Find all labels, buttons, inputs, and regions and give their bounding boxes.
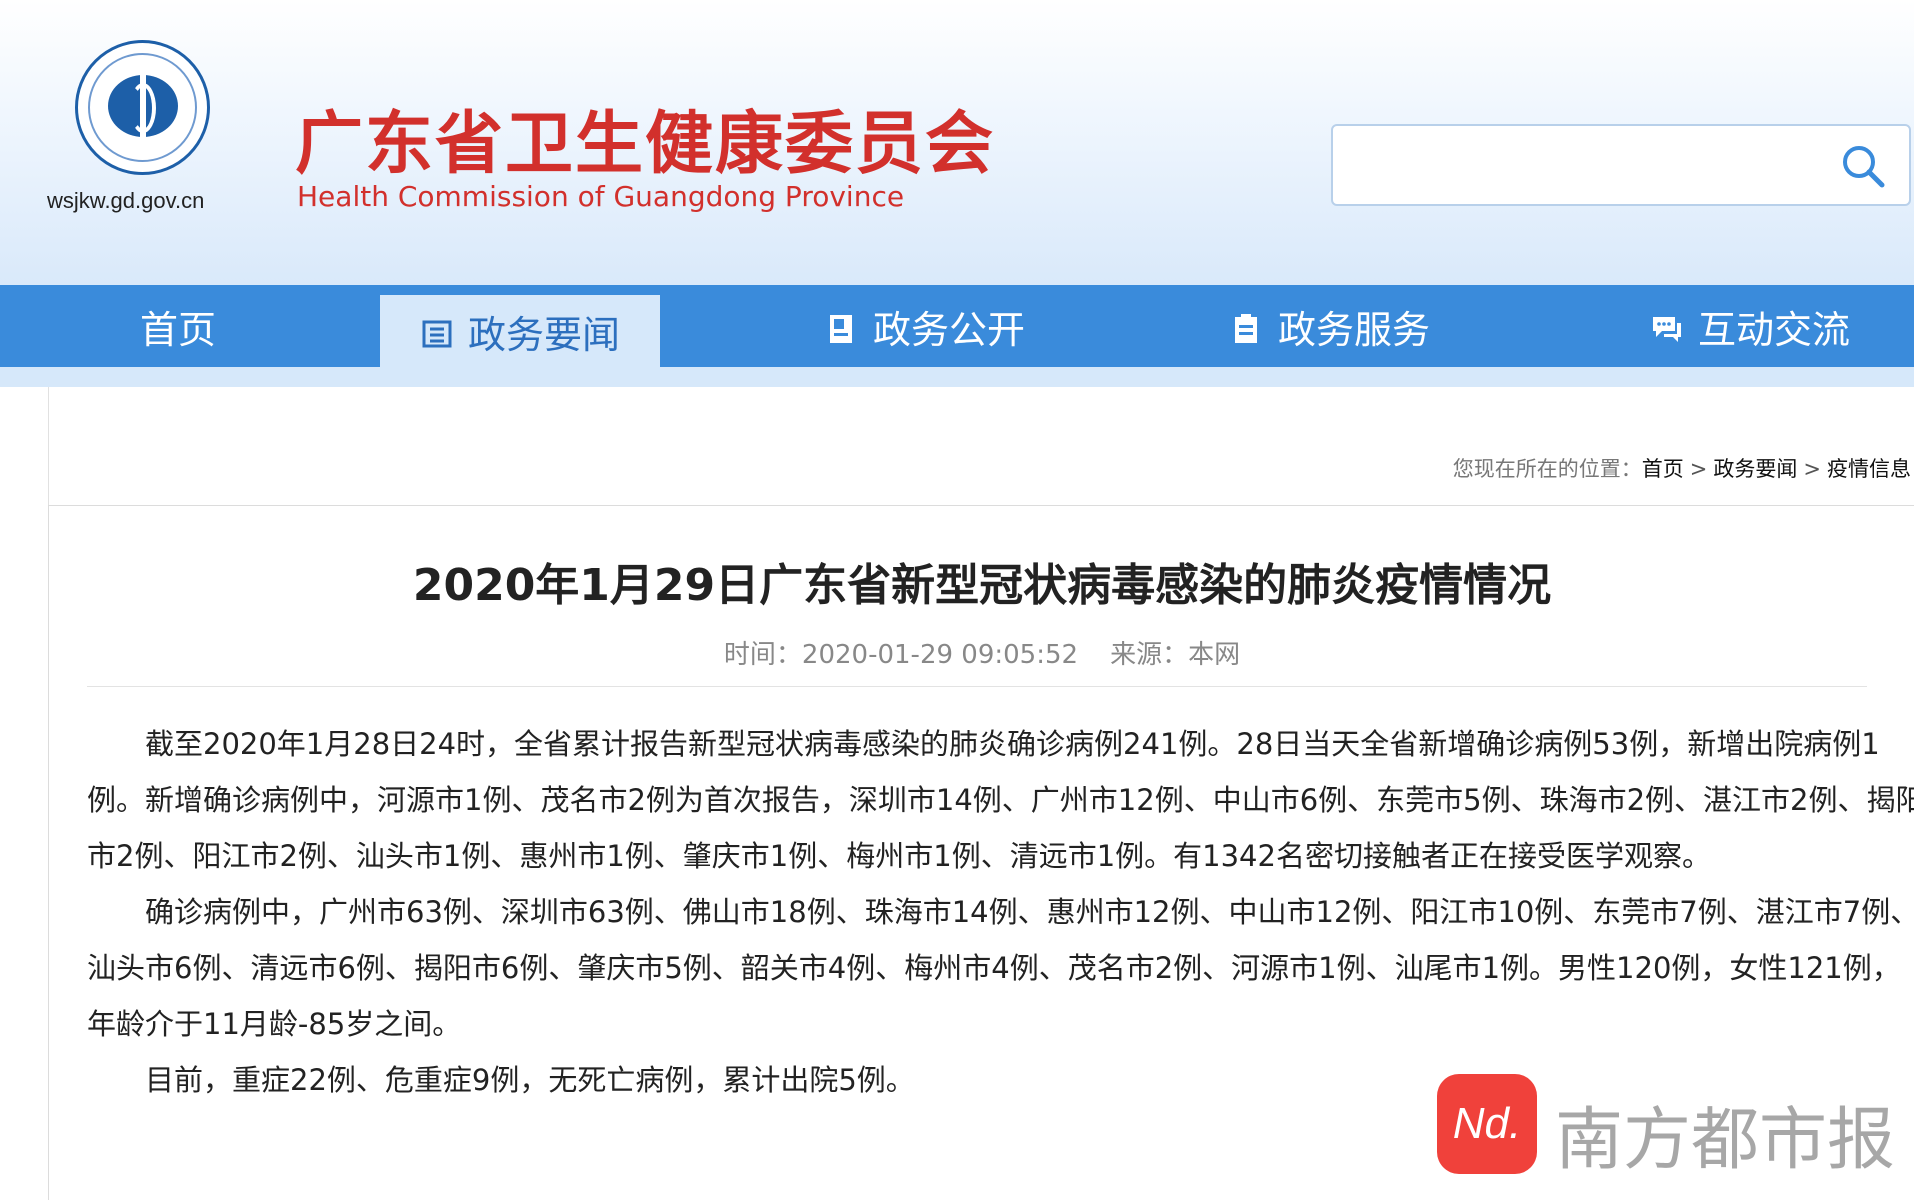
article-body: 截至2020年1月28日24时，全省累计报告新型冠状病毒感染的肺炎确诊病例241… bbox=[87, 716, 1914, 1108]
search-input[interactable] bbox=[1331, 124, 1911, 206]
nav-item-label: 政务要闻 bbox=[467, 312, 620, 357]
site-subtitle: Health Commission of Guangdong Province bbox=[297, 180, 905, 213]
nav-item-home[interactable]: 首页 bbox=[60, 285, 296, 367]
breadcrumb-link-epidemic[interactable]: 疫情信息 bbox=[1827, 457, 1911, 481]
search-icon[interactable] bbox=[1839, 142, 1887, 190]
nav-underbar bbox=[0, 367, 1914, 387]
document-icon bbox=[825, 310, 859, 343]
article-meta: 时间：2020-01-29 09:05:52 来源：本网 bbox=[49, 634, 1914, 671]
breadcrumb-link-home[interactable]: 首页 bbox=[1642, 457, 1684, 481]
article-time: 时间：2020-01-29 09:05:52 bbox=[723, 640, 1079, 670]
site-title[interactable]: 广东省卫生健康委员会 bbox=[295, 88, 995, 187]
nav-item-label: 互动交流 bbox=[1697, 307, 1850, 352]
divider bbox=[87, 686, 1867, 687]
breadcrumb-separator: > bbox=[1803, 457, 1821, 481]
main-nav: 首页 政务要闻 政务公开 政务服务 互动交流 bbox=[0, 285, 1914, 367]
nav-item-services[interactable]: 政务服务 bbox=[1210, 285, 1450, 367]
watermark-text: 南方都市报 bbox=[1555, 1101, 1896, 1180]
breadcrumb-separator: > bbox=[1689, 457, 1708, 481]
nav-item-label: 首页 bbox=[139, 307, 216, 352]
nav-item-public[interactable]: 政务公开 bbox=[805, 285, 1045, 367]
breadcrumb-prefix: 您现在所在的位置： bbox=[1452, 457, 1642, 481]
site-header: wsjkw.gd.gov.cn 广东省卫生健康委员会 Health Commis… bbox=[0, 0, 1914, 285]
nav-item-interaction[interactable]: 互动交流 bbox=[1630, 285, 1870, 367]
breadcrumb-link-news[interactable]: 政务要闻 bbox=[1713, 457, 1797, 481]
site-domain: wsjkw.gd.gov.cn bbox=[47, 188, 205, 213]
article-paragraph: 截至2020年1月28日24时，全省累计报告新型冠状病毒感染的肺炎确诊病例241… bbox=[87, 727, 1914, 873]
article-title: 2020年1月29日广东省新型冠状病毒感染的肺炎疫情情况 bbox=[412, 560, 1552, 611]
breadcrumb-area: 您现在所在的位置：首页 > 政务要闻 > 疫情信息 bbox=[48, 387, 1914, 507]
nav-item-label: 政务公开 bbox=[872, 307, 1025, 352]
breadcrumb: 您现在所在的位置：首页 > 政务要闻 > 疫情信息 bbox=[1453, 453, 1911, 483]
commission-seal-logo[interactable] bbox=[75, 40, 210, 175]
clipboard-icon bbox=[1230, 310, 1264, 343]
chat-icon bbox=[1650, 310, 1684, 342]
article-paragraph: 确诊病例中，广州市63例、深圳市63例、佛山市18例、珠海市14例、惠州市12例… bbox=[87, 895, 1914, 1041]
seal-snake bbox=[130, 83, 156, 133]
nav-item-news[interactable]: 政务要闻 bbox=[380, 295, 660, 367]
article-source: 来源：本网 bbox=[1110, 640, 1241, 670]
nav-item-label: 政务服务 bbox=[1277, 307, 1430, 352]
news-icon bbox=[420, 315, 454, 348]
watermark: Nd. 南方都市报 bbox=[1437, 1074, 1895, 1180]
nd-logo-icon: Nd. bbox=[1437, 1074, 1537, 1174]
